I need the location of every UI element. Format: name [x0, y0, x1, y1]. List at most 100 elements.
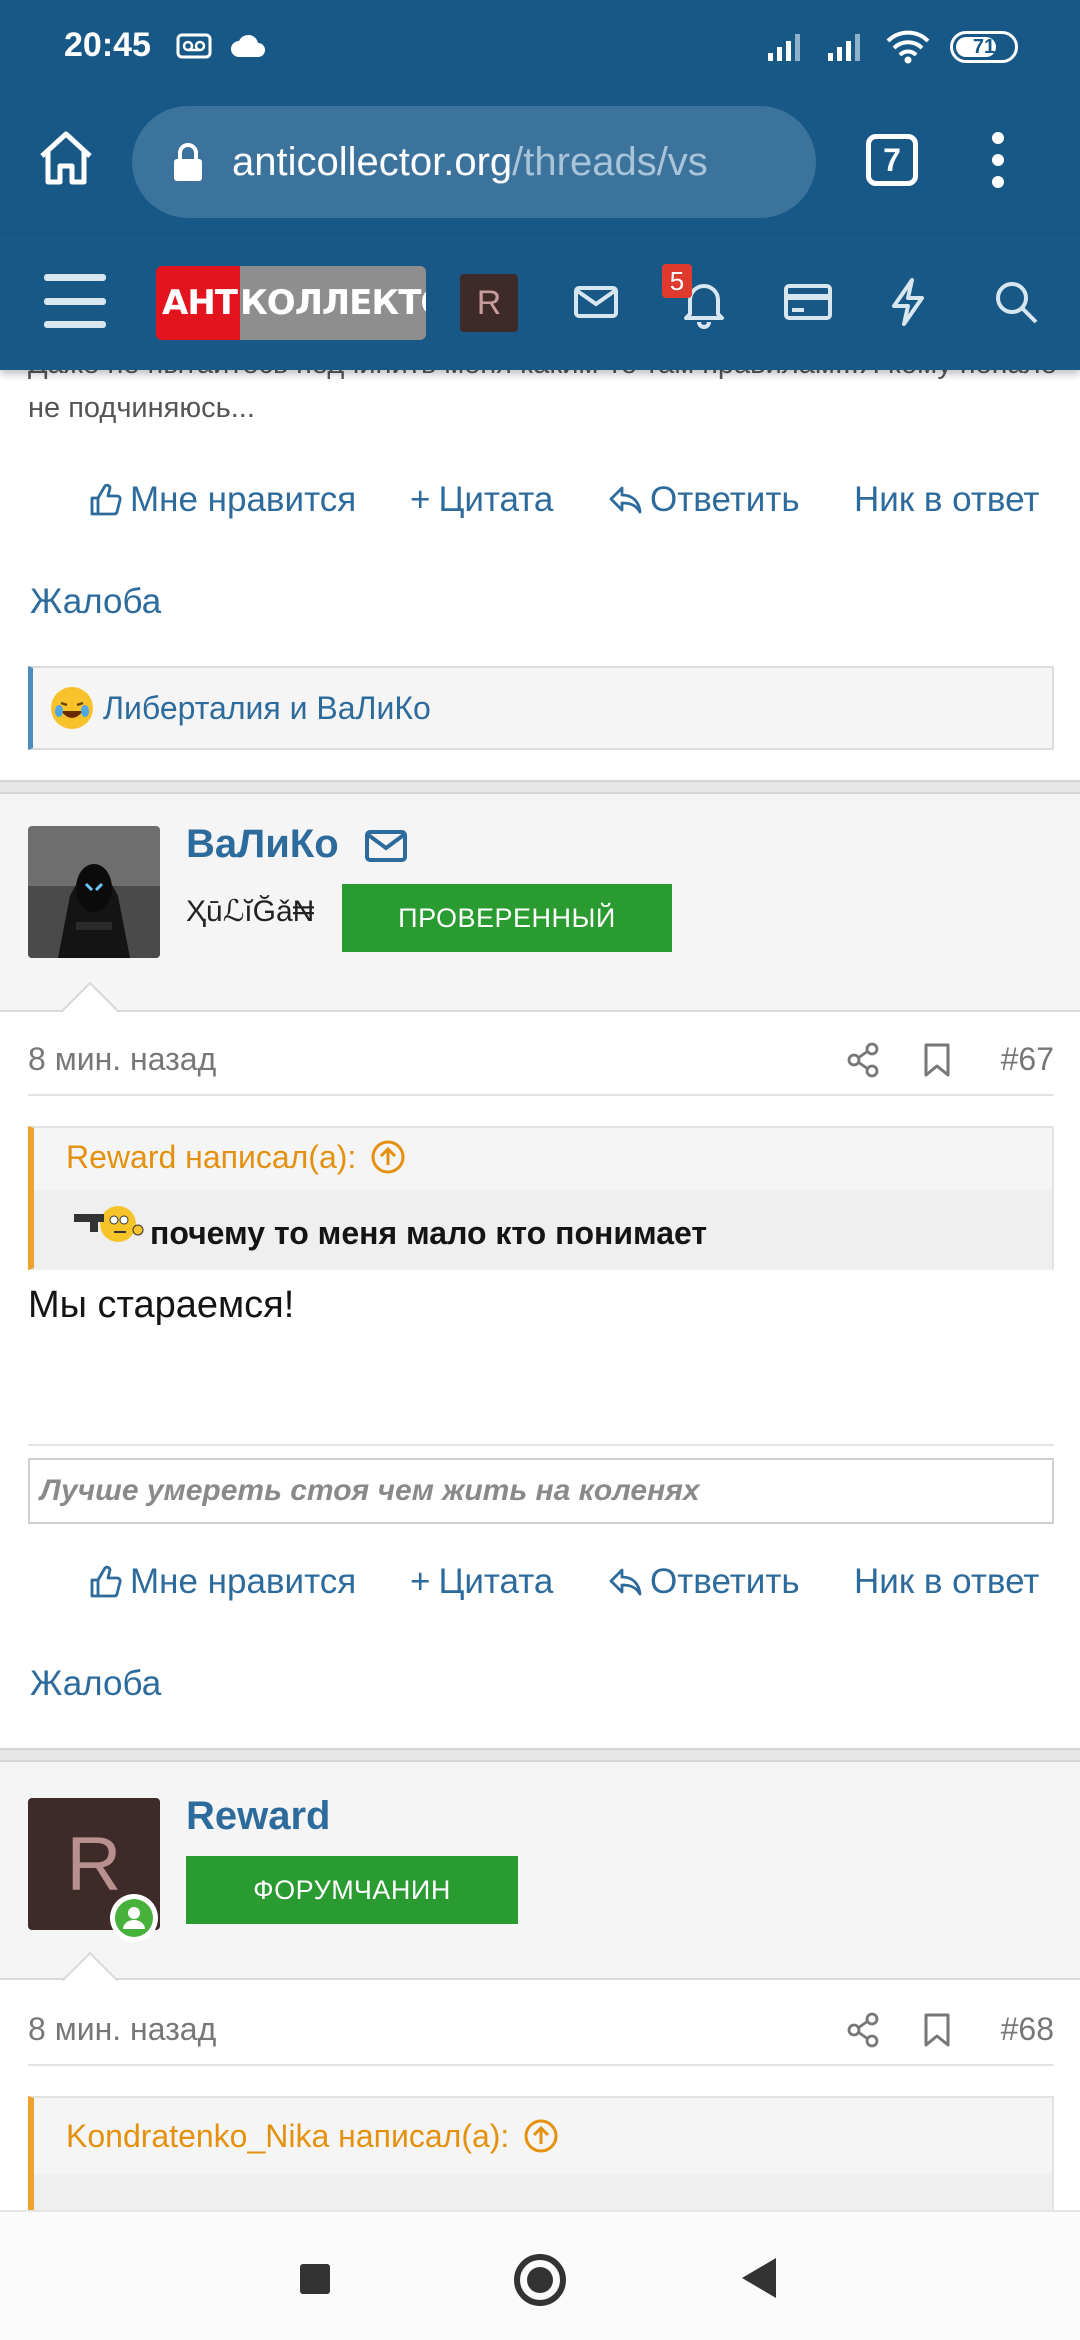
reply-button[interactable]: Ответить: [608, 1562, 800, 1602]
reactions-text: Либерталия и ВаЛиКо: [103, 689, 431, 726]
url-bar[interactable]: anticollector.org/threads/vs: [132, 106, 816, 218]
envelope-icon[interactable]: [364, 828, 408, 864]
logo-part-red: АНТИ: [156, 266, 240, 340]
quote-label: Цитата: [438, 1562, 554, 1601]
reply-icon: [609, 1568, 642, 1596]
reply-icon: [609, 486, 642, 514]
post-68-number[interactable]: #68: [1001, 2011, 1054, 2048]
browser-toolbar: anticollector.org/threads/vs 7: [0, 98, 1080, 236]
post-67-user-block: ВаЛиКо ҲūℒĭĞǎ₦ ПРОВЕРЕННЫЙ: [0, 794, 1080, 1012]
tabs-button[interactable]: 7: [866, 134, 918, 186]
quote-header[interactable]: Reward написал(а):: [34, 1128, 1052, 1186]
like-label: Мне нравится: [130, 480, 357, 519]
browser-menu-icon[interactable]: [988, 132, 1008, 188]
home-icon[interactable]: [34, 126, 98, 190]
status-notifications: [176, 32, 266, 60]
quote-author: Kondratenko_Nika написал(а):: [66, 2117, 510, 2154]
post-67-username[interactable]: ВаЛиКо: [186, 822, 408, 867]
cloud-icon: [231, 34, 265, 57]
hamburger-menu-icon[interactable]: [44, 274, 106, 328]
nick-reply-button[interactable]: Ник в ответ: [854, 1562, 1039, 1602]
signal-icon-2: [828, 34, 860, 61]
quote-text: почему то меня мало кто понимает: [150, 1215, 708, 1251]
like-button[interactable]: Мне нравится: [88, 1562, 356, 1602]
reward-avatar[interactable]: R: [28, 1798, 160, 1942]
home-button[interactable]: [514, 2254, 566, 2306]
quote-label: Цитата: [438, 480, 554, 519]
post-68-time[interactable]: 8 мин. назад: [28, 2011, 216, 2048]
share-icon[interactable]: [846, 2012, 880, 2048]
post-67-signature: Лучше умереть стоя чем жить на коленях: [28, 1458, 1054, 1524]
quote-body: почему то меня мало кто понимает: [34, 1190, 1052, 1270]
post-68-user-block: R Reward ФОРУМЧАНИН: [0, 1762, 1080, 1980]
bookmark-icon[interactable]: [922, 2012, 952, 2048]
url-text: anticollector.org/threads/vs: [232, 140, 708, 185]
arrow-up-circle-icon: [524, 2119, 558, 2153]
recents-button[interactable]: [300, 2264, 330, 2294]
signature-divider: [28, 1444, 1054, 1446]
logo-part-grey: КОЛЛЕКТОР: [240, 266, 426, 340]
reward-avatar-letter: R: [66, 1821, 122, 1907]
post-67-text: Мы стараемся!: [28, 1284, 295, 1326]
post-68-username[interactable]: Reward: [186, 1794, 331, 1839]
plus-icon: +: [410, 1562, 431, 1601]
thread-content: Даже не пытайтесь подчинить меня каким-т…: [0, 370, 1080, 2210]
post-actions: Мне нравится + Цитата Ответить Ник в отве…: [0, 480, 1080, 540]
post-separator: [0, 780, 1080, 794]
header-avatar[interactable]: R: [460, 274, 518, 332]
post-67-user-title: ҲūℒĭĞǎ₦: [186, 895, 315, 928]
thumbs-up-icon: [90, 1565, 122, 1598]
quote-button[interactable]: + Цитата: [410, 480, 553, 520]
post-separator: [0, 1748, 1080, 1762]
quote-button[interactable]: + Цитата: [410, 1562, 553, 1602]
reply-label: Ответить: [650, 1562, 800, 1601]
bookmark-icon[interactable]: [922, 1042, 952, 1078]
share-icon[interactable]: [846, 1042, 880, 1078]
mail-icon[interactable]: [566, 272, 626, 332]
valiko-avatar[interactable]: [28, 826, 160, 958]
nick-reply-label: Ник в ответ: [854, 480, 1040, 519]
plus-icon: +: [410, 480, 431, 519]
battery-level: 71: [972, 35, 996, 58]
status-system-icons: 71: [766, 30, 1018, 64]
like-button[interactable]: Мне нравится: [88, 480, 356, 520]
post-67-time[interactable]: 8 мин. назад: [28, 1041, 216, 1078]
post-67-role-badge: ПРОВЕРЕННЫЙ: [342, 884, 672, 952]
laughing-emoji-icon: [51, 687, 93, 729]
signal-icon: [768, 34, 800, 61]
post-67-username-text: ВаЛиКо: [186, 822, 339, 866]
status-time: 20:45: [64, 26, 151, 64]
nick-reply-button[interactable]: Ник в ответ: [854, 480, 1039, 520]
post-67-meta: 8 мин. назад #67: [28, 1024, 1054, 1096]
post-67-number[interactable]: #67: [1001, 1041, 1054, 1078]
site-header: АНТИ КОЛЛЕКТОР R 5: [0, 236, 1080, 370]
post-67-actions: Мне нравится + Цитата Ответить Ник в отве…: [0, 1562, 1080, 1622]
system-navigation-bar: [0, 2210, 1080, 2340]
report-link[interactable]: Жалоба: [30, 582, 161, 622]
reactions-bar[interactable]: Либерталия и ВаЛиКо: [28, 666, 1054, 750]
thumbs-up-icon: [90, 483, 122, 516]
search-icon[interactable]: [986, 272, 1046, 332]
lightning-icon[interactable]: [878, 272, 938, 332]
back-button[interactable]: [742, 2258, 776, 2298]
url-domain: anticollector.org: [232, 139, 513, 184]
report-link[interactable]: Жалоба: [30, 1664, 161, 1704]
post-68-quote: Kondratenko_Nika написал(а):: [28, 2096, 1054, 2210]
reply-button[interactable]: Ответить: [608, 480, 800, 520]
lock-icon: [174, 143, 202, 181]
voicemail-icon: [176, 33, 212, 59]
like-label: Мне нравится: [130, 1562, 357, 1601]
notification-badge: 5: [662, 264, 692, 298]
quote-body: [34, 2174, 1052, 2210]
post-67-quote: Reward написал(а): почему то меня мало к…: [28, 1126, 1054, 1270]
battery-indicator: 71: [950, 31, 1018, 63]
gun-smiley-icon: [74, 1206, 144, 1242]
site-logo[interactable]: АНТИ КОЛЛЕКТОР: [156, 266, 426, 340]
post-68-meta: 8 мин. назад #68: [28, 1994, 1054, 2066]
url-path: /threads/vs: [512, 139, 708, 184]
quote-author: Reward написал(а):: [66, 1138, 357, 1175]
nick-reply-label: Ник в ответ: [854, 1562, 1040, 1601]
credit-card-icon[interactable]: [778, 272, 838, 332]
previous-post-text: Даже не пытайтесь подчинить меня каким-т…: [28, 370, 1057, 424]
quote-header[interactable]: Kondratenko_Nika написал(а):: [34, 2098, 1052, 2174]
